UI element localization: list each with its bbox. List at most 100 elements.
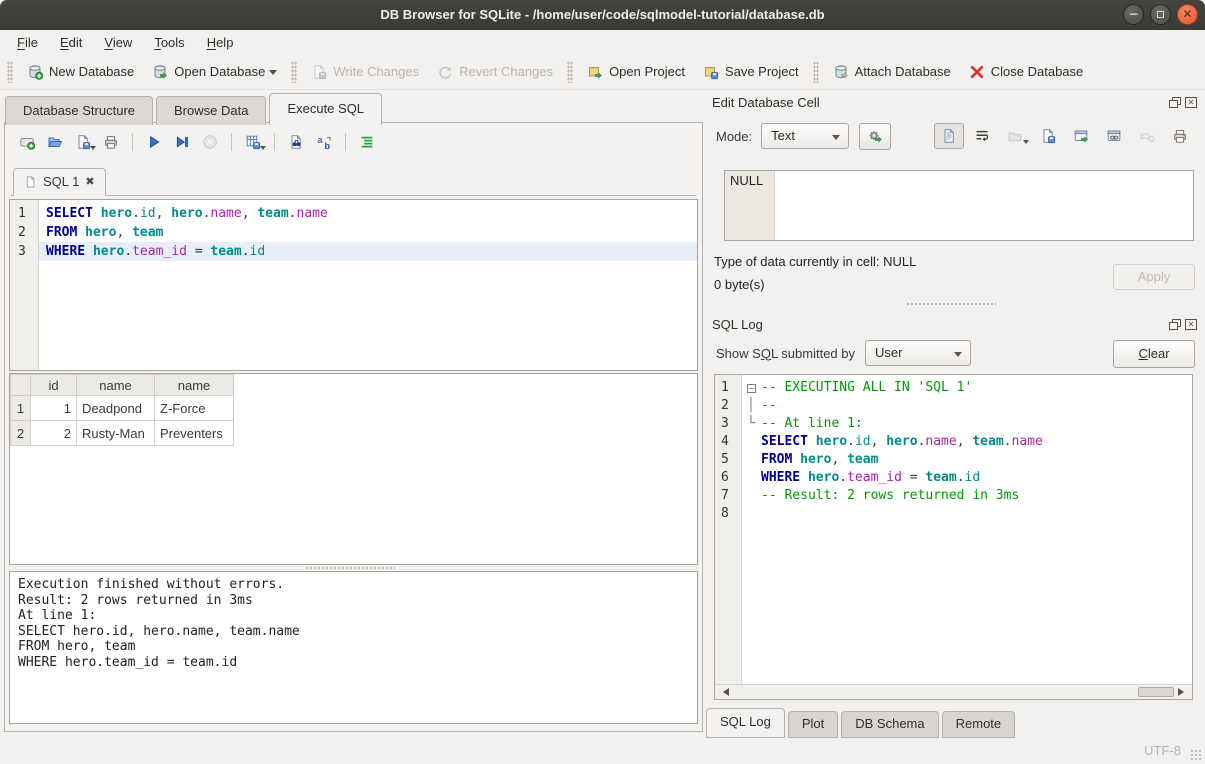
log-code-line: │-- [742, 397, 1192, 415]
table-cell[interactable]: Rusty-Man [77, 421, 155, 446]
edit-cell-title: Edit Database Cell [712, 95, 820, 110]
editor-line: 2FROM hero, team [10, 223, 697, 242]
apply-button[interactable]: Apply [1113, 264, 1195, 290]
dropdown-caret-icon[interactable] [269, 70, 277, 79]
attach-database-button[interactable]: Attach Database [824, 59, 960, 85]
table-cell[interactable]: 1 [31, 396, 77, 421]
execute-all-button[interactable] [140, 130, 167, 154]
column-header-name[interactable]: name [155, 375, 234, 396]
find-icon [288, 134, 304, 150]
find-replace-button[interactable]: ab [310, 130, 337, 154]
set-null-button [1132, 123, 1162, 149]
column-header-name[interactable]: name [77, 375, 155, 396]
tab-execute-sql[interactable]: Execute SQL [269, 93, 382, 125]
print-icon [103, 134, 119, 150]
menu-tools[interactable]: Tools [143, 32, 195, 53]
line-number: 6 [715, 469, 742, 487]
table-cell[interactable]: Deadpond [77, 396, 155, 421]
scroll-right-icon[interactable] [1178, 688, 1188, 696]
db-new-icon [27, 64, 43, 80]
close-tab-icon[interactable]: ✖ [85, 175, 94, 188]
print-button[interactable] [97, 130, 124, 154]
dropdown-caret-icon[interactable] [90, 146, 96, 153]
menubar: FileEditViewToolsHelp [0, 30, 1205, 54]
row-header-cell[interactable]: 1 [11, 396, 31, 421]
close-dock-icon[interactable] [1185, 97, 1197, 108]
auto-format-button[interactable] [353, 130, 380, 154]
float-dock-icon[interactable] [1169, 97, 1181, 108]
maximize-icon [1157, 11, 1164, 18]
dock-tab-db-schema[interactable]: DB Schema [841, 711, 938, 738]
line-number: 3 [715, 415, 742, 433]
sql-editor-toolbar: ab [13, 129, 381, 155]
submitted-by-select[interactable]: User [865, 340, 971, 366]
corner-header-cell [11, 375, 31, 396]
dock-splitter-handle[interactable] [906, 302, 996, 307]
mode-value: Text [771, 128, 795, 143]
maximize-button[interactable] [1150, 4, 1171, 25]
save-file-button[interactable] [69, 130, 96, 154]
menu-view[interactable]: View [93, 32, 143, 53]
scrollbar-thumb[interactable] [1138, 687, 1174, 697]
horizontal-scrollbar[interactable] [715, 684, 1192, 699]
auto-format-icon [359, 134, 375, 150]
scroll-left-icon[interactable] [719, 688, 729, 696]
table-cell[interactable]: Z-Force [155, 396, 234, 421]
apply-settings-button[interactable] [859, 123, 891, 150]
minimize-button[interactable]: − [1123, 4, 1144, 25]
tab-database-structure[interactable]: Database Structure [5, 96, 153, 125]
dock-tab-sql-log[interactable]: SQL Log [706, 708, 785, 738]
editor-line: 3WHERE hero.team_id = team.id [10, 242, 697, 261]
text-document-button[interactable] [934, 123, 964, 149]
open-database-button[interactable]: Open Database [143, 59, 286, 85]
save-project-button[interactable]: Save Project [694, 59, 808, 85]
cell-editor[interactable]: NULL [724, 170, 1194, 241]
open-file-button[interactable] [41, 130, 68, 154]
sql-editor[interactable]: 1SELECT hero.id, hero.name, team.name2FR… [9, 199, 698, 371]
dropdown-caret-icon[interactable] [260, 146, 266, 153]
toolbar-button-label: Write Changes [333, 64, 419, 79]
dropdown-caret-icon[interactable] [1023, 140, 1029, 147]
menu-help[interactable]: Help [196, 32, 245, 53]
clear-button[interactable]: Clear [1113, 340, 1195, 368]
main-toolbar: New DatabaseOpen DatabaseWrite ChangesRe… [0, 54, 1205, 90]
open-external-button[interactable] [1066, 123, 1096, 149]
log-line: 8 [715, 505, 1192, 523]
tab-browse-data[interactable]: Browse Data [156, 96, 266, 125]
new-tab-icon [19, 134, 35, 150]
table-cell[interactable]: 2 [31, 421, 77, 446]
close-dock-icon[interactable] [1185, 319, 1197, 330]
close-database-button[interactable]: Close Database [960, 59, 1093, 85]
code-line[interactable]: WHERE hero.team_id = team.id [39, 242, 697, 261]
code-line[interactable]: FROM hero, team [39, 223, 697, 242]
dock-tab-plot[interactable]: Plot [788, 711, 838, 738]
code-line[interactable]: SELECT hero.id, hero.name, team.name [39, 204, 697, 223]
save-results-button[interactable] [239, 130, 266, 154]
open-project-button[interactable]: Open Project [578, 59, 694, 85]
save-results-icon [245, 134, 261, 150]
menu-file[interactable]: File [6, 32, 49, 53]
svg-text:b: b [324, 141, 330, 150]
row-header-cell[interactable]: 2 [11, 421, 31, 446]
execute-line-button[interactable] [168, 130, 195, 154]
menu-edit[interactable]: Edit [49, 32, 93, 53]
dock-tab-remote[interactable]: Remote [942, 711, 1016, 738]
word-wrap-button[interactable] [967, 123, 997, 149]
float-dock-icon[interactable] [1169, 319, 1181, 330]
log-code-line: └-- At line 1: [742, 415, 1192, 433]
db-open-icon [152, 64, 168, 80]
mode-select[interactable]: Text [761, 123, 849, 149]
toolbar-button-label: New Database [49, 64, 134, 79]
fold-marker-icon[interactable]: − [747, 379, 761, 397]
new-tab-button[interactable] [13, 130, 40, 154]
resize-grip[interactable] [1190, 749, 1202, 761]
export-save-button[interactable] [1033, 123, 1063, 149]
printer-button[interactable] [1165, 123, 1195, 149]
sql-document-tab[interactable]: SQL 1 ✖ [13, 168, 106, 196]
table-cell[interactable]: Preventers [155, 421, 234, 446]
column-header-id[interactable]: id [31, 375, 77, 396]
copy-link-button[interactable] [1099, 123, 1129, 149]
find-button[interactable] [282, 130, 309, 154]
new-database-button[interactable]: New Database [18, 59, 143, 85]
close-button[interactable]: ✕ [1177, 4, 1198, 25]
